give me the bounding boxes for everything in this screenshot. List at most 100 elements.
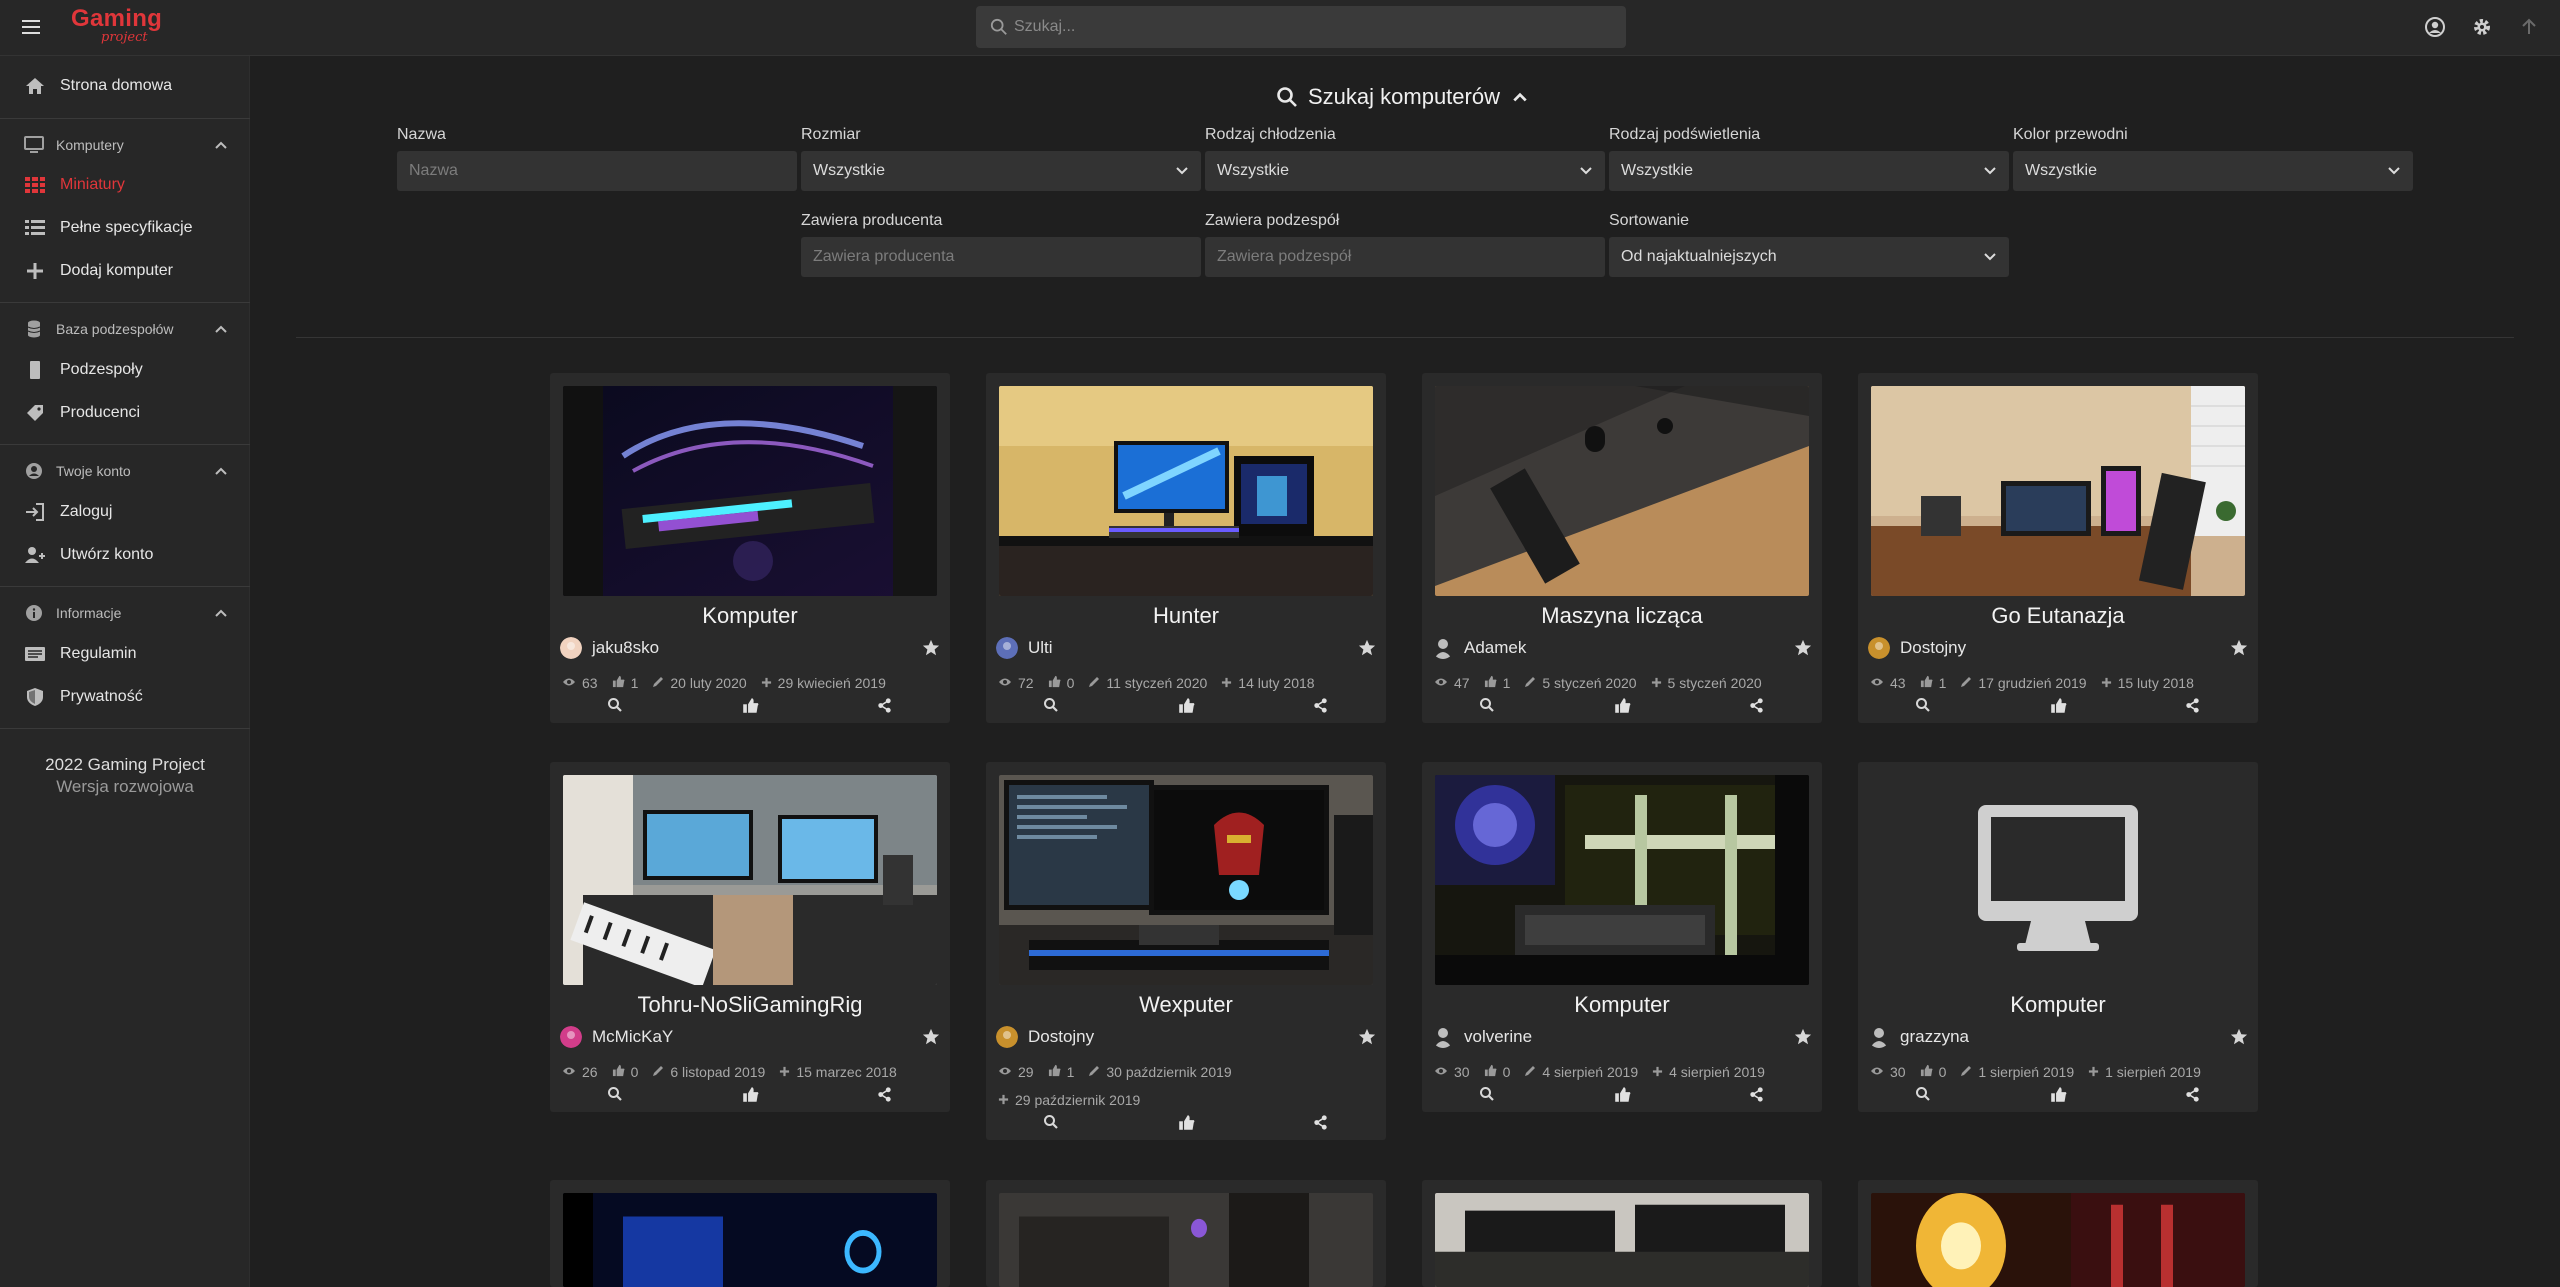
sidebar-item-add-computer[interactable]: Dodaj komputer [0, 251, 250, 291]
zoom-icon[interactable] [603, 1082, 627, 1106]
filter-toggle[interactable]: Szukaj komputerów [1276, 82, 1528, 112]
share-icon[interactable] [2180, 693, 2204, 717]
computer-card[interactable]: Komputer volverine 30 0 4 sierpień 2019 4 sie… [1422, 762, 1822, 1112]
like-button-icon[interactable] [1610, 693, 1634, 717]
sidebar-item-privacy[interactable]: Prywatność [0, 677, 250, 717]
share-icon[interactable] [872, 1082, 896, 1106]
computer-title[interactable]: Wexputer [986, 992, 1386, 1018]
menu-icon[interactable] [22, 20, 40, 34]
computer-thumbnail[interactable] [1435, 775, 1809, 985]
share-icon[interactable] [1744, 693, 1768, 717]
computer-thumbnail[interactable] [563, 775, 937, 985]
computer-card[interactable]: Komputer grazzyna 30 0 1 sierpień 2019 1 sier… [1858, 762, 2258, 1112]
name-input[interactable] [397, 151, 797, 191]
cooling-select[interactable]: Wszystkie [1205, 151, 1605, 191]
computer-card[interactable] [1422, 1180, 1822, 1287]
author-link[interactable]: Ulti [996, 635, 1053, 661]
like-button-icon[interactable] [738, 1082, 762, 1106]
sidebar-item-home[interactable]: Strona domowa [0, 66, 250, 106]
share-icon[interactable] [1308, 1110, 1332, 1134]
computer-title[interactable]: Komputer [1858, 992, 2258, 1018]
arrow-up-icon[interactable] [2518, 16, 2540, 38]
computer-card[interactable]: Hunter Ulti 72 0 11 styczeń 2020 14 luty 2018 [986, 373, 1386, 723]
computer-thumbnail[interactable] [1871, 386, 2245, 596]
computer-card[interactable] [1858, 1180, 2258, 1287]
favorite-star-icon[interactable] [1794, 639, 1812, 657]
like-button-icon[interactable] [1174, 693, 1198, 717]
favorite-star-icon[interactable] [2230, 639, 2248, 657]
computer-thumbnail[interactable] [1871, 775, 2245, 985]
computer-card[interactable]: Maszyna licząca Adamek 47 1 5 styczeń 2020 5 … [1422, 373, 1822, 723]
computer-card[interactable]: Tohru-NoSliGamingRig McMicKaY 26 0 6 listopa… [550, 762, 950, 1112]
section-computers[interactable]: Komputery [0, 128, 250, 162]
user-circle-icon[interactable] [2424, 16, 2446, 38]
zoom-icon[interactable] [1475, 693, 1499, 717]
computer-thumbnail[interactable] [999, 1193, 1373, 1287]
favorite-star-icon[interactable] [1794, 1028, 1812, 1046]
section-account[interactable]: Twoje konto [0, 454, 250, 488]
computer-title[interactable]: Komputer [550, 603, 950, 629]
lighting-select[interactable]: Wszystkie [1609, 151, 2009, 191]
zoom-icon[interactable] [603, 693, 627, 717]
author-link[interactable]: jaku8sko [560, 635, 659, 661]
favorite-star-icon[interactable] [922, 1028, 940, 1046]
computer-title[interactable]: Tohru-NoSliGamingRig [550, 992, 950, 1018]
component-input[interactable] [1205, 237, 1605, 277]
author-link[interactable]: Dostojny [1868, 635, 1966, 661]
like-button-icon[interactable] [1610, 1082, 1634, 1106]
computer-thumbnail[interactable] [999, 386, 1373, 596]
computer-card[interactable]: Go Eutanazja Dostojny 43 1 17 grudzień 2019 1… [1858, 373, 2258, 723]
sort-select[interactable]: Od najaktualniejszych [1609, 237, 2009, 277]
author-link[interactable]: Dostojny [996, 1024, 1094, 1050]
computer-title[interactable]: Maszyna licząca [1422, 603, 1822, 629]
manufacturer-input[interactable] [801, 237, 1201, 277]
like-button-icon[interactable] [2046, 1082, 2070, 1106]
computer-thumbnail[interactable] [1435, 386, 1809, 596]
computer-card[interactable] [986, 1180, 1386, 1287]
computer-title[interactable]: Go Eutanazja [1858, 603, 2258, 629]
computer-title[interactable]: Hunter [986, 603, 1386, 629]
share-icon[interactable] [1744, 1082, 1768, 1106]
author-link[interactable]: McMicKaY [560, 1024, 673, 1050]
author-link[interactable]: grazzyna [1868, 1024, 1969, 1050]
like-button-icon[interactable] [1174, 1110, 1198, 1134]
gear-icon[interactable] [2471, 16, 2493, 38]
sidebar-item-register[interactable]: Utwórz konto [0, 535, 250, 575]
favorite-star-icon[interactable] [922, 639, 940, 657]
share-icon[interactable] [2180, 1082, 2204, 1106]
author-link[interactable]: Adamek [1432, 635, 1526, 661]
favorite-star-icon[interactable] [2230, 1028, 2248, 1046]
sidebar-item-full-specs[interactable]: Pełne specyfikacje [0, 208, 250, 248]
like-button-icon[interactable] [2046, 693, 2070, 717]
sidebar-item-terms[interactable]: Regulamin [0, 634, 250, 674]
computer-thumbnail[interactable] [563, 1193, 937, 1287]
search-input[interactable] [1014, 6, 1614, 48]
section-info[interactable]: Informacje [0, 596, 250, 630]
zoom-icon[interactable] [1475, 1082, 1499, 1106]
color-select[interactable]: Wszystkie [2013, 151, 2413, 191]
computer-thumbnail[interactable] [999, 775, 1373, 985]
computer-title[interactable]: Komputer [1422, 992, 1822, 1018]
section-components-db[interactable]: Baza podzespołów [0, 312, 250, 346]
logo[interactable]: Gaming project [71, 6, 175, 50]
zoom-icon[interactable] [1039, 1110, 1063, 1134]
sidebar-item-components[interactable]: Podzespoły [0, 350, 250, 390]
share-icon[interactable] [1308, 693, 1332, 717]
sidebar-item-manufacturers[interactable]: Producenci [0, 393, 250, 433]
computer-card[interactable]: Komputer jaku8sko 63 1 20 luty 2020 29 kwieci… [550, 373, 950, 723]
zoom-icon[interactable] [1911, 693, 1935, 717]
like-button-icon[interactable] [738, 693, 762, 717]
zoom-icon[interactable] [1039, 693, 1063, 717]
computer-card[interactable]: Wexputer Dostojny 29 1 30 październik 2019 29… [986, 762, 1386, 1140]
computer-thumbnail[interactable] [563, 386, 937, 596]
sidebar-item-login[interactable]: Zaloguj [0, 492, 250, 532]
size-select[interactable]: Wszystkie [801, 151, 1201, 191]
computer-thumbnail[interactable] [1871, 1193, 2245, 1287]
computer-card[interactable] [550, 1180, 950, 1287]
favorite-star-icon[interactable] [1358, 639, 1376, 657]
computer-thumbnail[interactable] [1435, 1193, 1809, 1287]
zoom-icon[interactable] [1911, 1082, 1935, 1106]
sidebar-item-miniatures[interactable]: Miniatury [0, 165, 250, 205]
favorite-star-icon[interactable] [1358, 1028, 1376, 1046]
share-icon[interactable] [872, 693, 896, 717]
